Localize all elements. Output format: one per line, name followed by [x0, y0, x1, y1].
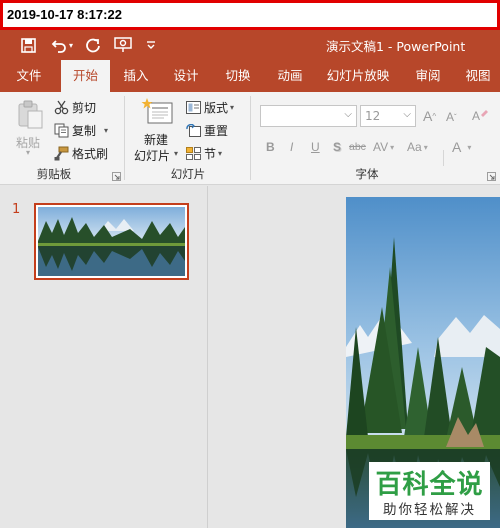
redo-icon[interactable]: [82, 34, 104, 56]
layout-button[interactable]: 版式 ▾: [185, 97, 234, 117]
tab-home[interactable]: 开始: [61, 60, 110, 92]
tab-transitions[interactable]: 切换: [218, 60, 258, 92]
format-painter-icon: [53, 145, 69, 161]
ribbon: 粘贴 ▾ 剪切 复制 ▾ 格式刷 剪贴板 新建 幻灯片 ▾ 版式 ▾ 重置 节 …: [0, 92, 500, 185]
watermark-title: 百科全说: [375, 470, 484, 500]
clear-formatting-icon[interactable]: A: [472, 107, 488, 125]
reset-label: 重置: [204, 123, 229, 138]
slide-thumbnail-pane: 1: [0, 186, 208, 528]
font-size-combo[interactable]: 12 ⌵: [360, 105, 416, 127]
tab-animations[interactable]: 动画: [270, 60, 310, 92]
format-painter-label: 格式刷: [72, 146, 109, 161]
section-icon: [185, 145, 201, 161]
bold-button[interactable]: B: [266, 138, 275, 156]
scissors-icon: [53, 99, 69, 115]
new-slide-label-2: 幻灯片: [134, 149, 171, 163]
group-divider: [124, 96, 125, 180]
font-name-dropdown-icon[interactable]: ⌵: [344, 109, 352, 120]
section-button[interactable]: 节 ▾: [185, 143, 222, 163]
tab-design[interactable]: 设计: [166, 60, 206, 92]
clipboard-launcher-icon[interactable]: [112, 172, 121, 181]
layout-icon: [185, 99, 201, 115]
reset-icon: [185, 122, 201, 138]
reset-button[interactable]: 重置: [185, 120, 228, 140]
copy-icon: [53, 122, 69, 138]
font-group-label: 字体: [355, 167, 379, 181]
ribbon-tabs: 文件 开始 插入 设计 切换 动画 幻灯片放映 审阅 视图: [0, 60, 500, 92]
tab-insert[interactable]: 插入: [116, 60, 156, 92]
paste-button[interactable]: 粘贴 ▾: [13, 98, 49, 158]
customize-qat-icon[interactable]: [140, 34, 162, 56]
group-divider: [250, 96, 251, 180]
font-color-button[interactable]: A ▾: [452, 138, 471, 156]
format-painter-button[interactable]: 格式刷: [53, 143, 108, 163]
present-from-start-icon[interactable]: [112, 34, 134, 56]
underline-button[interactable]: U: [311, 138, 320, 156]
font-name-combo[interactable]: ⌵: [260, 105, 357, 127]
grow-font-icon[interactable]: A ^: [423, 107, 436, 125]
shrink-font-icon[interactable]: Aˇ: [446, 108, 457, 126]
thumbnail-lake-image: [38, 207, 185, 276]
new-slide-label-1: 新建: [144, 133, 169, 147]
layout-dropdown-icon[interactable]: ▾: [230, 103, 234, 112]
italic-button[interactable]: I: [290, 138, 293, 156]
character-spacing-button[interactable]: AV ▾: [373, 138, 394, 156]
tab-review[interactable]: 审阅: [408, 60, 448, 92]
font-divider: [443, 150, 444, 166]
copy-label: 复制: [72, 123, 97, 138]
new-slide-dropdown-icon[interactable]: ▾: [174, 149, 178, 158]
strikethrough-button[interactable]: abc: [349, 138, 366, 156]
paste-icon: [18, 100, 43, 129]
new-slide-button[interactable]: 新建 幻灯片 ▾: [132, 96, 182, 163]
save-icon[interactable]: [17, 34, 39, 56]
timestamp-bar: 2019-10-17 8:17:22: [0, 0, 500, 30]
watermark-logo: 百科全说 助你轻松解决: [369, 462, 490, 520]
section-label: 节: [204, 146, 217, 161]
tab-file[interactable]: 文件: [8, 60, 50, 92]
timestamp-text: 2019-10-17 8:17:22: [7, 7, 122, 22]
undo-dropdown-icon[interactable]: ▾: [66, 34, 76, 56]
slides-group-label: 幻灯片: [170, 167, 206, 181]
clipboard-group-label: 剪贴板: [36, 167, 72, 181]
font-size-dropdown-icon[interactable]: ⌵: [403, 109, 411, 120]
slide-thumbnail[interactable]: [34, 203, 189, 280]
text-shadow-button[interactable]: S: [333, 138, 341, 156]
layout-label: 版式: [204, 100, 229, 115]
tab-slideshow[interactable]: 幻灯片放映: [322, 60, 394, 92]
font-size-value: 12: [365, 109, 381, 123]
section-dropdown-icon[interactable]: ▾: [218, 149, 222, 158]
svg-text:A: A: [472, 109, 480, 123]
paste-dropdown-icon[interactable]: ▾: [26, 148, 30, 157]
cut-label: 剪切: [72, 100, 97, 115]
new-slide-icon: [141, 98, 173, 124]
slide-number: 1: [12, 202, 21, 217]
copy-dropdown-icon[interactable]: ▾: [104, 126, 108, 135]
change-case-button[interactable]: Aa ▾: [407, 138, 428, 156]
tab-view[interactable]: 视图: [458, 60, 498, 92]
copy-button[interactable]: 复制 ▾: [53, 120, 108, 140]
watermark-subtitle: 助你轻松解决: [383, 502, 476, 518]
cut-button[interactable]: 剪切: [53, 97, 96, 117]
font-launcher-icon[interactable]: [487, 172, 496, 181]
title-bar: ▾ 演示文稿1 - PowerPoint: [0, 30, 500, 60]
window-title: 演示文稿1 - PowerPoint: [326, 39, 466, 54]
